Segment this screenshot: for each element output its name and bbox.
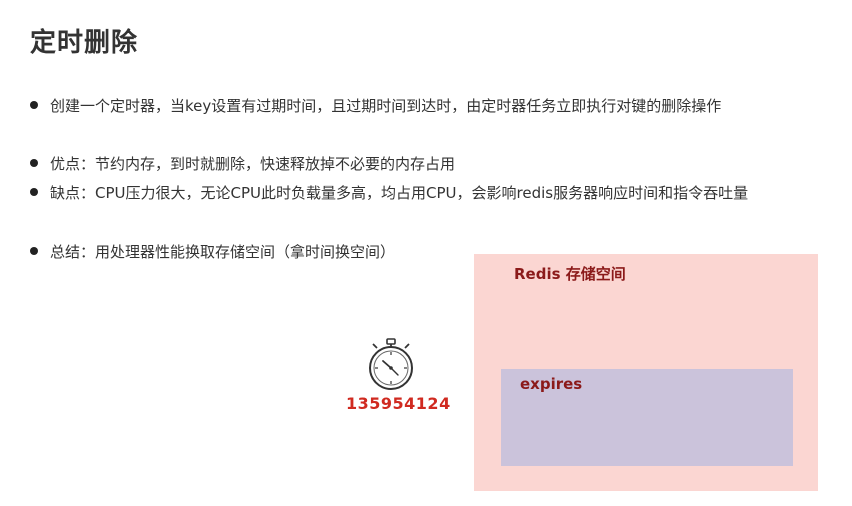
bullet-item-summary: 总结：用处理器性能换取存储空间（拿时间换空间） [30,242,395,262]
bullet-item-disadvantage: 缺点：CPU压力很大，无论CPU此时负载量多高，均占用CPU，会影响redis服… [30,183,748,203]
stopwatch-icon [362,336,420,394]
expires-label: expires [520,375,583,393]
expires-box: expires [501,369,793,466]
bullet-text: 优点：节约内存，到时就删除，快速释放掉不必要的内存占用 [50,155,456,173]
bullet-dot-icon [30,101,38,109]
bullet-dot-icon [30,159,38,167]
bullet-item-advantage: 优点：节约内存，到时就删除，快速释放掉不必要的内存占用 [30,154,455,174]
page-title: 定时删除 [30,28,139,58]
redis-storage-box: Redis 存储空间 expires [474,254,818,491]
bullet-text: 总结：用处理器性能换取存储空间（拿时间换空间） [50,243,396,261]
bullet-dot-icon [30,188,38,196]
bullet-text: 缺点：CPU压力很大，无论CPU此时负载量多高，均占用CPU，会影响redis服… [50,184,749,202]
redis-storage-label: Redis 存储空间 [514,265,626,283]
bullet-item-definition: 创建一个定时器，当key设置有过期时间，且过期时间到达时，由定时器任务立即执行对… [30,96,721,116]
timer-value: 135954124 [346,394,451,413]
bullet-dot-icon [30,247,38,255]
bullet-text: 创建一个定时器，当key设置有过期时间，且过期时间到达时，由定时器任务立即执行对… [50,97,722,115]
